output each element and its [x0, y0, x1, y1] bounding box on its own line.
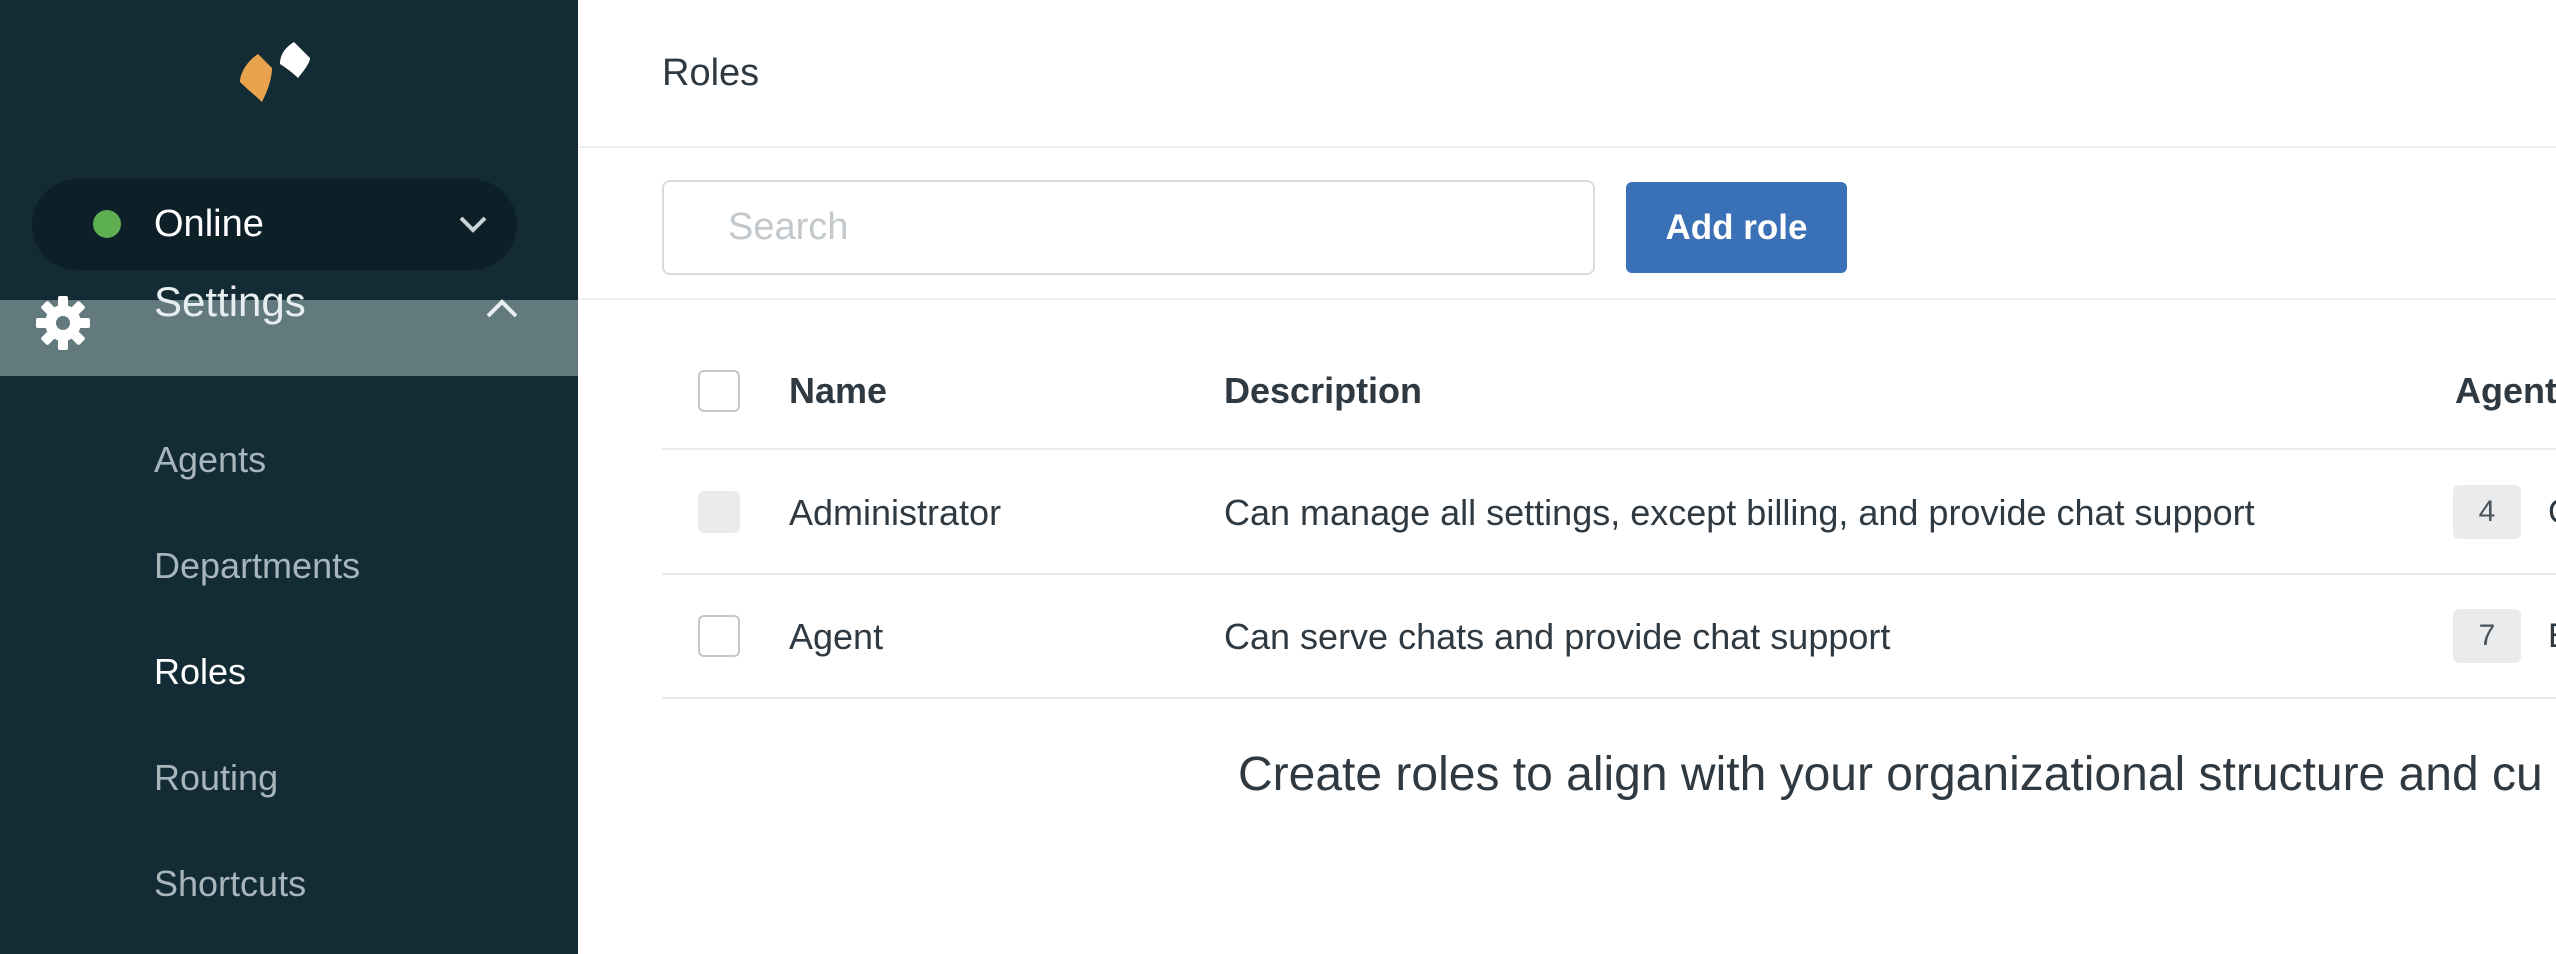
chevron-up-icon	[482, 294, 522, 322]
gear-icon	[32, 292, 94, 354]
column-header-agents[interactable]: Agent	[2455, 369, 2556, 413]
select-all-checkbox[interactable]	[698, 370, 740, 412]
row-checkbox[interactable]	[698, 615, 740, 657]
column-header-description[interactable]: Description	[1224, 369, 1422, 413]
truncated-cell: E	[2548, 616, 2556, 656]
status-label: Online	[154, 203, 264, 245]
column-header-name[interactable]: Name	[789, 369, 887, 413]
role-name[interactable]: Administrator	[789, 491, 1001, 535]
search-input[interactable]	[662, 180, 1595, 275]
agent-count-badge[interactable]: 7	[2453, 609, 2521, 663]
row-checkbox	[698, 491, 740, 533]
truncated-cell: C	[2548, 492, 2556, 532]
chevron-down-icon	[455, 209, 491, 239]
status-online-dot	[93, 210, 121, 238]
sidebar-item-settings[interactable]: Settings	[0, 278, 578, 376]
table-header-divider	[662, 448, 2556, 450]
role-description: Can manage all settings, except billing,…	[1224, 492, 2255, 533]
page-title: Roles	[662, 52, 760, 94]
sidebar-item-label: Settings	[154, 278, 306, 325]
status-dropdown[interactable]: Online	[32, 179, 517, 270]
sidebar-item-shortcuts[interactable]: Shortcuts	[154, 862, 306, 906]
roles-help-text: Create roles to align with your organiza…	[1238, 748, 2543, 801]
toolbar-divider	[578, 298, 2556, 300]
sidebar-item-departments[interactable]: Departments	[154, 544, 360, 588]
agent-count-badge[interactable]: 4	[2453, 485, 2521, 539]
zendesk-chat-logo-icon[interactable]	[236, 40, 316, 110]
table-row-divider	[662, 573, 2556, 575]
sidebar-item-agents[interactable]: Agents	[154, 438, 266, 482]
role-name[interactable]: Agent	[789, 615, 883, 659]
role-description: Can serve chats and provide chat support	[1224, 616, 1891, 657]
header-divider	[578, 146, 2556, 148]
table-row-divider	[662, 697, 2556, 699]
sidebar: Settings Online Agents Departments Roles…	[0, 0, 578, 954]
sidebar-item-routing[interactable]: Routing	[154, 756, 278, 800]
add-role-button[interactable]: Add role	[1626, 182, 1847, 273]
sidebar-item-roles[interactable]: Roles	[154, 650, 246, 694]
